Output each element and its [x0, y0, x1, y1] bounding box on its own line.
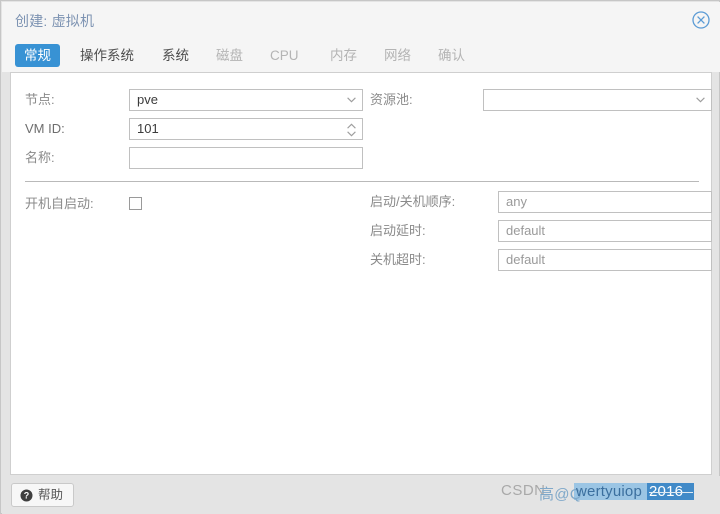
- shutdown-timeout-input[interactable]: default: [498, 249, 712, 271]
- close-icon[interactable]: [692, 11, 710, 29]
- start-order-input[interactable]: any: [498, 191, 712, 213]
- help-button[interactable]: ? 帮助: [11, 483, 75, 507]
- start-at-boot-checkbox[interactable]: [129, 197, 142, 210]
- tab-disks[interactable]: 磁盘: [207, 44, 252, 67]
- field-label-vmid: VM ID:: [25, 121, 65, 136]
- field-start-at-boot: 开机自启动:: [25, 193, 355, 215]
- tab-bar: 常规 操作系统 系统 磁盘 CPU 内存 网络 确认: [2, 39, 720, 72]
- question-circle-icon: ?: [20, 489, 33, 501]
- chevron-down-icon: [347, 97, 356, 103]
- resource-pool-combobox[interactable]: [483, 89, 712, 111]
- dialog-titlebar: 创建: 虚拟机: [2, 2, 720, 39]
- field-label-node: 节点:: [25, 92, 55, 107]
- vmid-value: 101: [137, 121, 159, 136]
- tab-system[interactable]: 系统: [153, 44, 198, 67]
- field-label-name: 名称:: [25, 150, 55, 165]
- tab-memory[interactable]: 内存: [321, 44, 366, 67]
- field-label-start-at-boot: 开机自启动:: [25, 196, 94, 211]
- svg-text:?: ?: [24, 490, 30, 500]
- field-resource-pool: 资源池:: [370, 89, 712, 111]
- vmid-spinner[interactable]: 101: [129, 118, 363, 140]
- create-vm-dialog: 创建: 虚拟机 常规 操作系统 系统 磁盘 CPU 内存 网络 确认 节点: p…: [0, 0, 720, 514]
- field-shutdown-timeout: 关机超时: default: [370, 249, 712, 271]
- node-combobox[interactable]: pve: [129, 89, 363, 111]
- startup-delay-value: default: [506, 223, 546, 238]
- tab-network[interactable]: 网络: [375, 44, 420, 67]
- field-name: 名称:: [25, 147, 363, 169]
- chevron-down-icon: [696, 97, 705, 103]
- help-button-label: 帮助: [38, 487, 64, 502]
- field-label-resource-pool: 资源池:: [370, 92, 413, 107]
- field-startup-delay: 启动延时: default: [370, 220, 712, 242]
- dialog-title: 创建: 虚拟机: [15, 13, 95, 29]
- field-label-start-order: 启动/关机顺序:: [370, 194, 456, 209]
- tab-confirm[interactable]: 确认: [429, 44, 474, 67]
- start-order-value: any: [506, 194, 527, 209]
- spinner-arrows-icon[interactable]: [347, 123, 356, 137]
- field-label-startup-delay: 启动延时:: [370, 223, 426, 238]
- field-start-order: 启动/关机顺序: any: [370, 191, 712, 213]
- dialog-footer: ? 帮助: [2, 476, 720, 514]
- field-vmid: VM ID: 101: [25, 118, 363, 140]
- field-label-shutdown-timeout: 关机超时:: [370, 252, 426, 267]
- vm-name-input[interactable]: [129, 147, 363, 169]
- tab-cpu[interactable]: CPU: [261, 44, 308, 67]
- section-divider: [25, 181, 699, 182]
- field-node: 节点: pve: [25, 89, 363, 111]
- shutdown-timeout-value: default: [506, 252, 546, 267]
- startup-delay-input[interactable]: default: [498, 220, 712, 242]
- tab-os[interactable]: 操作系统: [71, 44, 143, 67]
- general-tab-panel: 节点: pve VM ID: 101 名称: 资源池: 开机自启动: 启动/关机…: [10, 72, 712, 475]
- node-value: pve: [137, 92, 158, 107]
- tab-general[interactable]: 常规: [15, 44, 60, 67]
